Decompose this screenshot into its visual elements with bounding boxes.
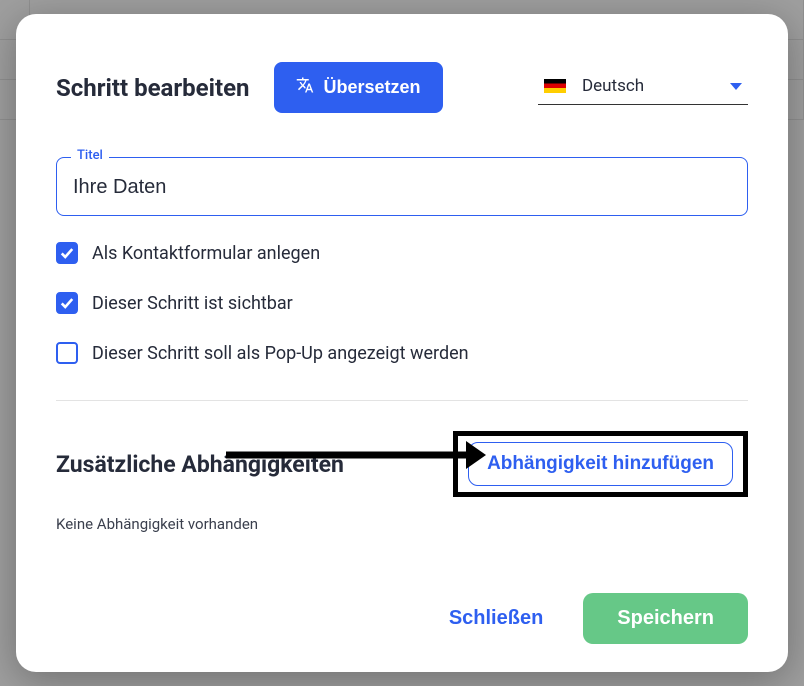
flag-icon bbox=[544, 79, 566, 93]
checkbox-contact-form[interactable] bbox=[56, 242, 78, 264]
checkbox-popup-label: Dieser Schritt soll als Pop-Up angezeigt… bbox=[92, 343, 469, 364]
dialog-header: Schritt bearbeiten Übersetzen Deutsch bbox=[56, 62, 748, 113]
close-button[interactable]: Schließen bbox=[449, 607, 543, 630]
dialog-footer: Schließen Speichern bbox=[56, 561, 748, 644]
title-input[interactable] bbox=[73, 176, 731, 199]
language-select[interactable]: Deutsch bbox=[538, 70, 748, 105]
checkbox-row-popup: Dieser Schritt soll als Pop-Up angezeigt… bbox=[56, 342, 748, 364]
title-field: Titel bbox=[56, 157, 748, 216]
checkbox-row-contact-form: Als Kontaktformular anlegen bbox=[56, 242, 748, 264]
checkbox-contact-form-label: Als Kontaktformular anlegen bbox=[92, 243, 320, 264]
language-name: Deutsch bbox=[582, 76, 644, 96]
checkbox-step-visible-label: Dieser Schritt ist sichtbar bbox=[92, 293, 293, 314]
translate-button[interactable]: Übersetzen bbox=[274, 62, 443, 113]
divider bbox=[56, 400, 748, 401]
chevron-down-icon bbox=[730, 83, 742, 90]
translate-icon bbox=[296, 76, 314, 99]
title-field-legend: Titel bbox=[71, 148, 109, 163]
checkbox-step-visible[interactable] bbox=[56, 292, 78, 314]
dependencies-header-row: Zusätzliche Abhängigkeiten Abhängigkeit … bbox=[56, 431, 748, 497]
add-dependency-button[interactable]: Abhängigkeit hinzufügen bbox=[468, 442, 733, 486]
checkbox-popup[interactable] bbox=[56, 342, 78, 364]
translate-button-label: Übersetzen bbox=[324, 77, 421, 98]
no-dependencies-text: Keine Abhängigkeit vorhanden bbox=[56, 515, 748, 533]
dialog-title: Schritt bearbeiten bbox=[56, 74, 250, 102]
checkbox-row-visible: Dieser Schritt ist sichtbar bbox=[56, 292, 748, 314]
dependencies-heading: Zusätzliche Abhängigkeiten bbox=[56, 451, 344, 478]
add-dependency-highlight: Abhängigkeit hinzufügen bbox=[453, 431, 748, 497]
save-button[interactable]: Speichern bbox=[583, 593, 748, 644]
edit-step-dialog: Schritt bearbeiten Übersetzen Deutsch Ti… bbox=[16, 14, 788, 672]
